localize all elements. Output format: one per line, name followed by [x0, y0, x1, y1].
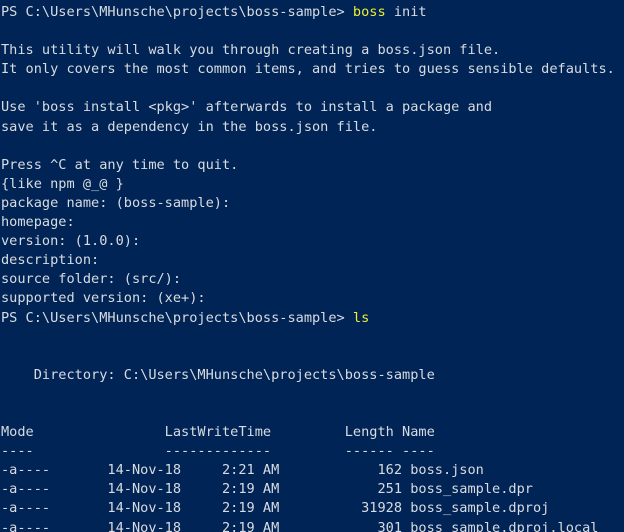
terminal-output-line: -a---- 14-Nov-18 2:19 AM 31928 boss_samp… — [1, 500, 550, 517]
terminal-output-line: homepage: — [1, 214, 75, 231]
terminal-output-line: package name: (boss-sample): — [1, 194, 231, 211]
terminal-output-line: -a---- 14-Nov-18 2:19 AM 251 boss_sample… — [1, 481, 533, 498]
terminal-output-line: Directory: C:\Users\MHunsche\projects\bo… — [1, 366, 435, 383]
terminal-prompt-line: PS C:\Users\MHunsche\projects\boss-sampl… — [1, 3, 624, 22]
prompt-path: PS C:\Users\MHunsche\projects\boss-sampl… — [1, 4, 353, 20]
terminal-output-line: -a---- 14-Nov-18 2:19 AM 301 boss_sample… — [1, 519, 599, 532]
terminal-output-line: Use 'boss install <pkg>' afterwards to i… — [1, 99, 493, 116]
terminal-output-line: ---- ------------- ------ ---- — [1, 443, 435, 460]
command-arguments: init — [385, 4, 427, 20]
terminal-output-line: version: (1.0.0): — [1, 233, 141, 250]
terminal-output-line: supported version: (xe+): — [1, 290, 206, 307]
terminal-output-line: This utility will walk you through creat… — [1, 42, 501, 59]
prompt-path: PS C:\Users\MHunsche\projects\boss-sampl… — [1, 309, 353, 326]
terminal-output-line: save it as a dependency in the boss.json… — [1, 118, 378, 135]
terminal-output-line: Mode LastWriteTime Length Name — [1, 424, 435, 441]
terminal-output-line: -a---- 14-Nov-18 2:21 AM 162 boss.json — [1, 462, 484, 479]
terminal-prompt-line: PS C:\Users\MHunsche\projects\boss-sampl… — [1, 309, 624, 328]
terminal-output-line: source folder: (src/): — [1, 271, 182, 288]
terminal-output-line: Press ^C at any time to quit. — [1, 156, 239, 173]
terminal-output-line: It only covers the most common items, an… — [1, 61, 615, 78]
command-name: boss — [352, 4, 386, 20]
terminal-screen[interactable]: PS C:\Users\MHunsche\projects\boss-sampl… — [0, 0, 624, 532]
powershell-terminal-window[interactable]: PS C:\Users\MHunsche\projects\boss-sampl… — [0, 0, 624, 532]
terminal-output-line: {like npm @_@ } — [1, 175, 124, 192]
command-name: ls — [352, 309, 370, 326]
terminal-output-line: description: — [1, 252, 100, 269]
